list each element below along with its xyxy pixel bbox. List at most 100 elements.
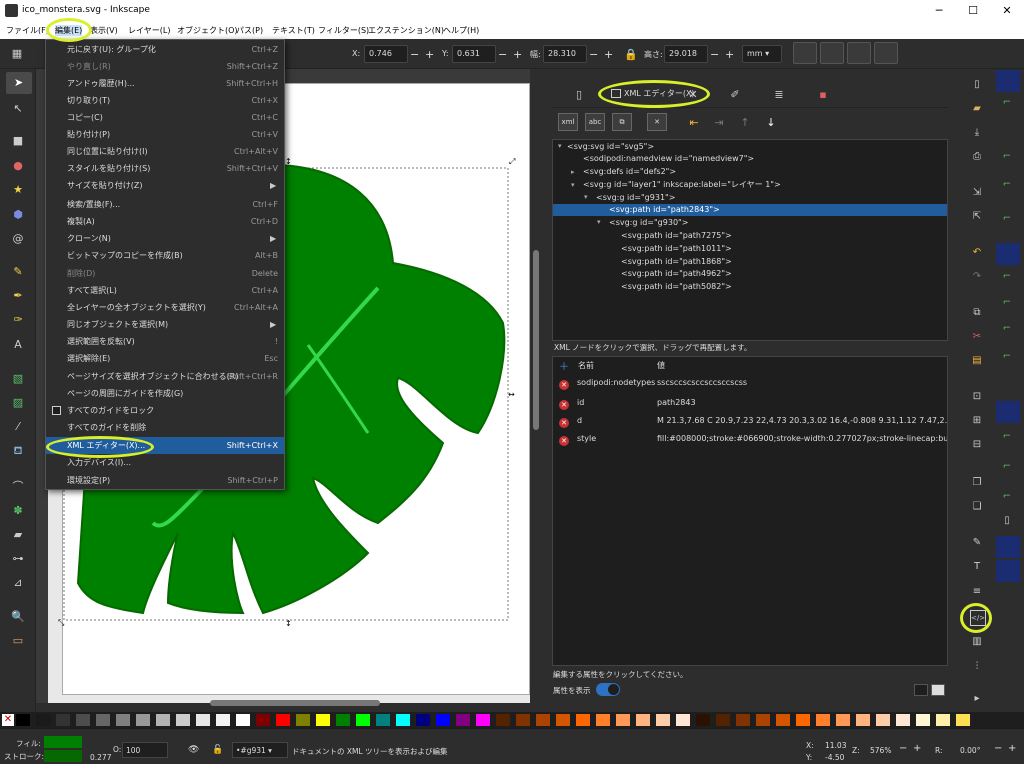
- document-properties-tab-icon[interactable]: ▯: [572, 88, 586, 102]
- layers-tab-icon[interactable]: ≣: [772, 88, 786, 102]
- edit-menu-item[interactable]: 検索/置換(F)...: [67, 196, 120, 213]
- layout-vertical-button[interactable]: [931, 684, 945, 696]
- menu-object[interactable]: オブジェクト(O): [177, 25, 238, 36]
- transform-pattern-button[interactable]: [874, 42, 898, 64]
- palette-swatch[interactable]: [236, 714, 250, 726]
- palette-swatch[interactable]: [556, 714, 570, 726]
- snap-rotation-icon[interactable]: ⌐: [1000, 490, 1014, 504]
- snap-center-object-icon[interactable]: ⌐: [1000, 460, 1014, 474]
- attribute-name[interactable]: style: [577, 434, 596, 450]
- transform-icon[interactable]: ⫶: [970, 660, 984, 674]
- layers-icon[interactable]: ≡: [970, 585, 984, 599]
- edit-menu-item[interactable]: クローン(N): [67, 230, 111, 247]
- palette-swatch[interactable]: [656, 714, 670, 726]
- palette-swatch[interactable]: [196, 714, 210, 726]
- x-input[interactable]: 0.746: [364, 45, 408, 63]
- fill-swatch[interactable]: [44, 736, 82, 748]
- rotation-value[interactable]: 0.00°: [960, 746, 980, 755]
- x-plus-icon[interactable]: +: [425, 48, 434, 61]
- palette-swatch[interactable]: [276, 714, 290, 726]
- edit-menu-item[interactable]: 貼り付け(P): [67, 126, 110, 143]
- snap-bbox-icon[interactable]: ⌐: [1000, 96, 1014, 110]
- edit-menu-item[interactable]: やり直し(R): [67, 58, 111, 75]
- palette-swatch[interactable]: [516, 714, 530, 726]
- print-icon[interactable]: ⎙: [970, 150, 984, 164]
- text-tool-icon[interactable]: A: [11, 338, 25, 352]
- paint-bucket-icon[interactable]: ⛾: [11, 444, 25, 458]
- xml-node[interactable]: <svg:defs id="defs2">: [583, 166, 676, 178]
- palette-swatch[interactable]: [676, 714, 690, 726]
- star-tool-icon[interactable]: ★: [11, 183, 25, 197]
- clone-icon[interactable]: ❏: [970, 500, 984, 514]
- palette-swatch[interactable]: [616, 714, 630, 726]
- menu-path[interactable]: パス(P): [236, 25, 263, 36]
- palette-swatch[interactable]: [416, 714, 430, 726]
- edit-menu-item[interactable]: 同じオブジェクトを選択(M): [67, 316, 168, 333]
- y-minus-icon[interactable]: −: [498, 48, 507, 61]
- palette-swatch[interactable]: [436, 714, 450, 726]
- connector-tool-icon[interactable]: ⊶: [11, 552, 25, 566]
- snap-edge-icon[interactable]: ⌐: [1000, 150, 1014, 164]
- horizontal-scrollbar[interactable]: [210, 700, 380, 706]
- mesh-tool-icon[interactable]: ▨: [11, 396, 25, 410]
- copy-icon[interactable]: ⧉: [970, 306, 984, 320]
- xml-node-selected[interactable]: <svg:path id="path2843">: [553, 204, 947, 216]
- xml-node[interactable]: <svg:g id="layer1" inkscape:label="レイヤー …: [583, 179, 781, 191]
- measure-tool-icon[interactable]: ⊿: [11, 576, 25, 590]
- menu-file[interactable]: ファイル(F): [6, 25, 49, 36]
- expand-arrow-icon[interactable]: ▾: [558, 142, 562, 150]
- xml-node[interactable]: <svg:g id="g930">: [609, 217, 688, 229]
- lock-guides-checkbox[interactable]: [52, 406, 61, 415]
- export-icon[interactable]: ⇱: [970, 210, 984, 224]
- spray-tool-icon[interactable]: ✽: [11, 504, 25, 518]
- height-minus-icon[interactable]: −: [710, 48, 719, 61]
- palette-swatch[interactable]: [876, 714, 890, 726]
- pages-tool-icon[interactable]: ▭: [11, 634, 25, 648]
- stroke-swatch[interactable]: [44, 750, 82, 762]
- palette-swatch[interactable]: [336, 714, 350, 726]
- xml-node[interactable]: <svg:g id="g931">: [596, 192, 675, 204]
- no-paint-swatch[interactable]: ✕: [2, 714, 14, 726]
- palette-swatch[interactable]: [576, 714, 590, 726]
- edit-menu-item[interactable]: サイズを貼り付け(Z): [67, 177, 142, 194]
- unindent-icon[interactable]: ⇤: [687, 116, 701, 130]
- add-attribute-icon[interactable]: ＋: [559, 358, 569, 373]
- menu-help[interactable]: ヘルプ(H): [443, 25, 479, 36]
- show-attributes-toggle[interactable]: [596, 683, 620, 696]
- vertical-scrollbar[interactable]: [533, 250, 539, 430]
- width-plus-icon[interactable]: +: [604, 48, 613, 61]
- current-layer-select[interactable]: •#g931 ▾: [232, 742, 288, 758]
- delete-attribute-icon[interactable]: ✕: [559, 418, 569, 428]
- pencil-tool-icon[interactable]: ✎: [11, 265, 25, 279]
- palette-swatch[interactable]: [376, 714, 390, 726]
- maximize-button[interactable]: ☐: [956, 0, 990, 22]
- palette-swatch[interactable]: [496, 714, 510, 726]
- snap-corner-icon[interactable]: ⌐: [1000, 178, 1014, 192]
- edit-menu-item[interactable]: ページサイズを選択オブジェクトに合わせる(R): [67, 368, 238, 385]
- objects-tab-icon[interactable]: ▪: [816, 88, 830, 102]
- transform-stroke-button[interactable]: [793, 42, 817, 64]
- expand-arrow-icon[interactable]: ▾: [571, 181, 575, 189]
- palette-swatch[interactable]: [636, 714, 650, 726]
- lower-node-icon[interactable]: ↓: [764, 116, 778, 130]
- xml-node[interactable]: <svg:path id="path1011">: [621, 243, 732, 255]
- zoom-drawing-icon[interactable]: ⊞: [970, 414, 984, 428]
- attribute-value[interactable]: path2843: [657, 398, 947, 414]
- duplicate-node-button[interactable]: ⧉: [612, 113, 632, 131]
- palette-swatch[interactable]: [296, 714, 310, 726]
- xml-node[interactable]: <svg:path id="path4962">: [621, 268, 732, 280]
- palette-swatch[interactable]: [256, 714, 270, 726]
- palette-swatch[interactable]: [316, 714, 330, 726]
- palette-swatch[interactable]: [116, 714, 130, 726]
- width-minus-icon[interactable]: −: [589, 48, 598, 61]
- height-input[interactable]: 29.018: [664, 45, 708, 63]
- delete-node-button[interactable]: ✕: [647, 113, 667, 131]
- edit-menu-item[interactable]: 全レイヤーの全オブジェクトを選択(Y): [67, 299, 206, 316]
- unit-select[interactable]: mm ▾: [742, 45, 782, 63]
- attribute-value[interactable]: fill:#008000;stroke:#066900;stroke-width…: [657, 434, 947, 450]
- zoom-minus-icon[interactable]: −: [899, 743, 907, 754]
- minimize-button[interactable]: ─: [922, 0, 956, 22]
- xml-node[interactable]: <svg:path id="path5082">: [621, 281, 732, 293]
- palette-swatch[interactable]: [16, 714, 30, 726]
- snap-midpoint-icon[interactable]: ⌐: [1000, 430, 1014, 444]
